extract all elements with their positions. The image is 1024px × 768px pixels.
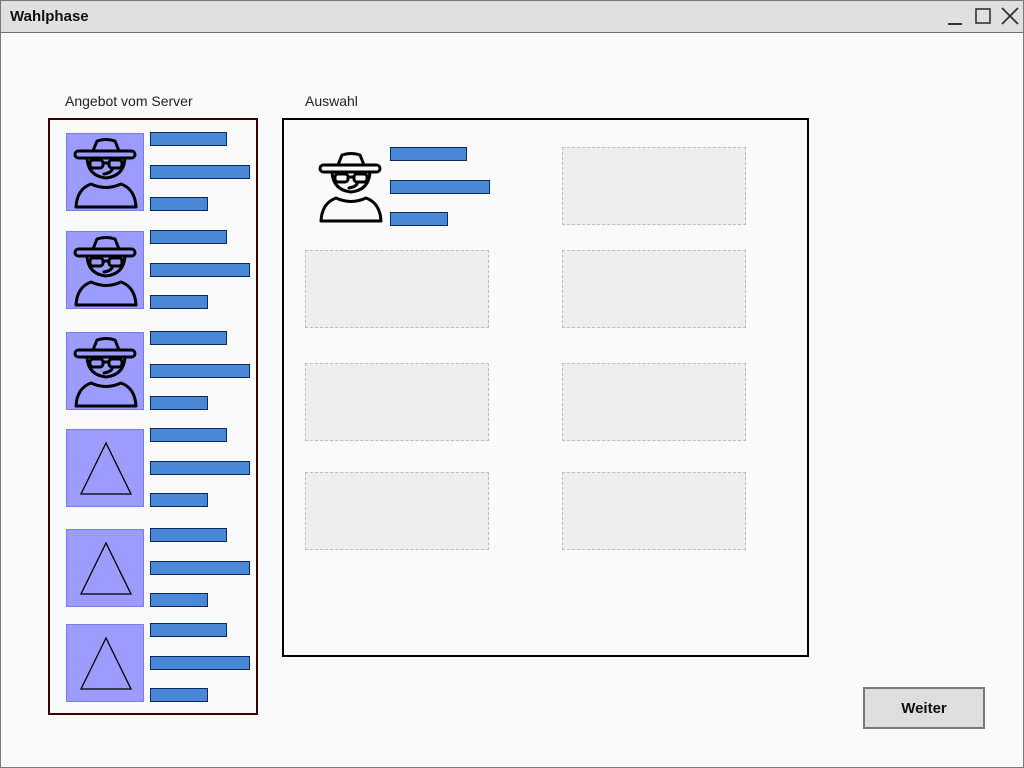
maximize-icon[interactable] [972,6,994,28]
item-info-bar [150,396,208,410]
triangle-icon [79,636,133,690]
selection-panel [282,118,809,657]
item-info-bar [150,197,208,211]
triangle-icon [79,541,133,595]
empty-slot[interactable] [562,147,746,225]
offer-thumbnail[interactable] [66,231,144,309]
triangle-icon [79,441,133,495]
spy-avatar-icon [73,337,138,408]
spy-avatar-icon [73,138,138,209]
item-info-bar [390,180,490,194]
item-info-bar [150,295,208,309]
item-info-bar [150,561,250,575]
empty-slot[interactable] [305,250,489,328]
empty-slot[interactable] [562,250,746,328]
item-info-bar [150,688,208,702]
empty-slot[interactable] [305,472,489,550]
title-bar: Wahlphase [1,1,1023,33]
item-info-bar [150,428,227,442]
close-icon[interactable] [999,6,1021,28]
item-info-bar [150,493,208,507]
item-info-bar [150,623,227,637]
item-info-bar [390,212,448,226]
offer-thumbnail[interactable] [66,133,144,211]
offer-thumbnail[interactable] [66,624,144,702]
item-info-bar [150,593,208,607]
spy-avatar-icon [73,236,138,307]
item-info-bar [390,147,467,161]
item-info-bar [150,364,250,378]
offer-panel [48,118,258,715]
item-info-bar [150,165,250,179]
selected-thumbnail[interactable] [312,148,390,226]
item-info-bar [150,331,227,345]
offer-panel-label: Angebot vom Server [65,93,193,109]
next-button[interactable]: Weiter [863,687,985,729]
minimize-icon[interactable] [944,6,966,28]
item-info-bar [150,528,227,542]
empty-slot[interactable] [305,363,489,441]
offer-thumbnail[interactable] [66,332,144,410]
item-info-bar [150,230,227,244]
item-info-bar [150,263,250,277]
item-info-bar [150,132,227,146]
spy-avatar-icon [318,152,383,223]
empty-slot[interactable] [562,472,746,550]
offer-thumbnail[interactable] [66,529,144,607]
item-info-bar [150,656,250,670]
offer-thumbnail[interactable] [66,429,144,507]
window-title: Wahlphase [10,8,89,25]
selection-panel-label: Auswahl [305,93,358,109]
item-info-bar [150,461,250,475]
empty-slot[interactable] [562,363,746,441]
